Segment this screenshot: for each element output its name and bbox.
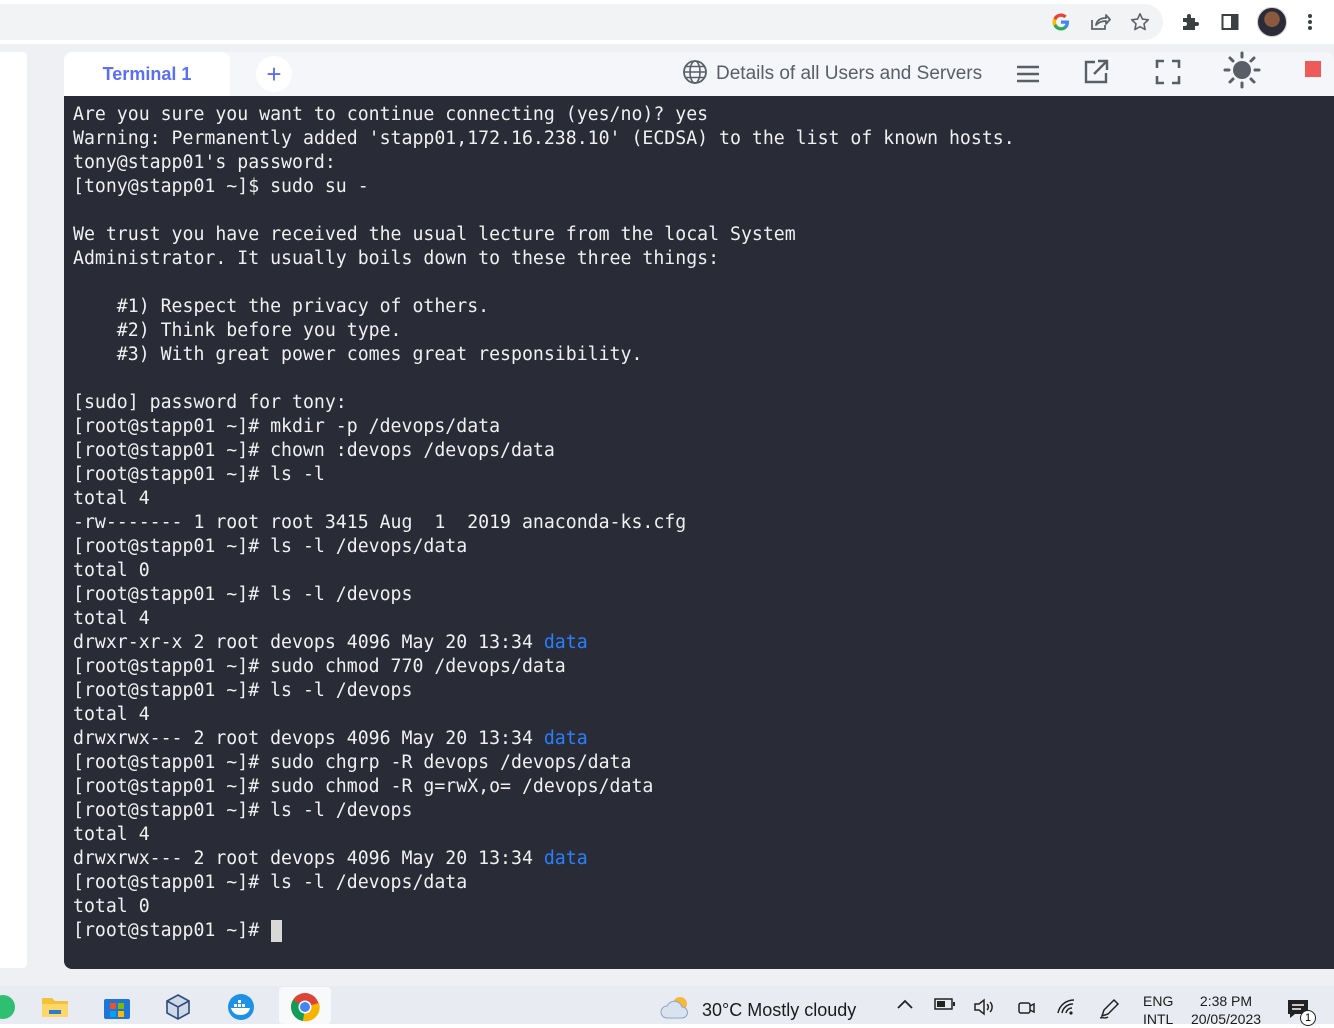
pen-icon[interactable] (1096, 998, 1122, 1020)
terminal-line: total 0 (73, 560, 150, 581)
stop-icon[interactable] (1305, 61, 1321, 77)
weather-widget[interactable]: 30°C Mostly cloudy (660, 996, 856, 1024)
share-icon[interactable] (1088, 10, 1112, 34)
language-code: ENG (1143, 993, 1174, 1009)
hamburger-menu-icon[interactable] (1014, 61, 1042, 87)
chrome-icon[interactable] (288, 990, 322, 1024)
terminal-line: #1) Respect the privacy of others. (73, 296, 490, 317)
terminal-line: -rw------- 1 root root 3415 Aug 1 2019 a… (73, 512, 687, 533)
open-external-icon[interactable] (1081, 57, 1111, 87)
terminal-line: total 4 (73, 824, 150, 845)
extensions-icon[interactable] (1178, 10, 1202, 34)
terminal-line: [root@stapp01 ~]# chown :devops /devops/… (73, 440, 555, 461)
terminal-screen[interactable]: Are you sure you want to continue connec… (64, 96, 1334, 969)
terminal-line: Are you sure you want to continue connec… (73, 104, 709, 125)
battery-icon[interactable] (933, 998, 957, 1010)
left-panel-edge (0, 52, 27, 968)
terminal-line: [root@stapp01 ~]# mkdir -p /devops/data (73, 416, 501, 437)
side-panel-icon[interactable] (1218, 10, 1242, 34)
terminal-line: [tony@stapp01 ~]$ sudo su - (73, 176, 369, 197)
terminal-line: [root@stapp01 ~]# sudo chmod -R g=rwX,o=… (73, 776, 654, 797)
terminal-line: total 4 (73, 608, 150, 629)
file-explorer-icon[interactable] (38, 990, 72, 1024)
virtualbox-icon[interactable] (161, 990, 195, 1024)
terminal-line: drwxrwx--- 2 root devops 4096 May 20 13:… (73, 727, 1015, 751)
directory-name: data (543, 728, 588, 749)
docker-icon[interactable] (224, 990, 258, 1024)
plus-icon: + (266, 59, 282, 89)
globe-icon (682, 59, 708, 90)
star-icon[interactable] (1128, 10, 1152, 34)
cloud-sun-icon (660, 994, 694, 1027)
tab-label: Terminal 1 (102, 63, 192, 84)
terminal-line: [root@stapp01 ~]# ls -l /devops (73, 800, 413, 821)
directory-name: data (543, 848, 588, 869)
clock-date: 20/05/2023 (1190, 1011, 1262, 1027)
clock-time: 2:38 PM (1199, 993, 1253, 1009)
details-users-servers-button[interactable]: Details of all Users and Servers (682, 59, 983, 90)
terminal-line: #3) With great power comes great respons… (73, 344, 643, 365)
terminal-line: We trust you have received the usual lec… (73, 224, 796, 245)
add-tab-button[interactable]: + (256, 56, 292, 92)
terminal-prompt: [root@stapp01 ~]# (73, 920, 271, 941)
terminal-line: Administrator. It usually boils down to … (73, 248, 720, 269)
terminal-line: [root@stapp01 ~]# sudo chmod 770 /devops… (73, 656, 566, 677)
terminal-line: #2) Think before you type. (73, 320, 402, 341)
terminal-line: [root@stapp01 ~]# ls -l /devops/data (73, 536, 468, 557)
camera-privacy-icon[interactable] (1014, 998, 1038, 1018)
store-icon[interactable] (100, 990, 134, 1024)
input-language-indicator[interactable]: ENG INTL (1143, 992, 1173, 1028)
kebab-menu-icon[interactable] (1298, 10, 1322, 34)
browser-toolbar (0, 0, 1334, 44)
terminal-line: [root@stapp01 ~]# ls -l (73, 464, 325, 485)
listing-text: drwxr-xr-x 2 root devops 4096 May 20 13:… (73, 632, 544, 653)
keyboard-layout: INTL (1143, 1011, 1174, 1027)
terminal-line: drwxr-xr-x 2 root devops 4096 May 20 13:… (73, 631, 1015, 655)
terminal-line: drwxrwx--- 2 root devops 4096 May 20 13:… (73, 847, 1015, 871)
address-bar[interactable] (0, 4, 1163, 40)
edge-app-icon[interactable] (0, 990, 20, 1024)
terminal-line: tony@stapp01's password: (73, 152, 336, 173)
fullscreen-icon[interactable] (1153, 57, 1183, 87)
terminal-line: [root@stapp01 ~]# sudo chgrp -R devops /… (73, 752, 632, 773)
terminal-line: [sudo] password for tony: (73, 392, 347, 413)
terminal-cursor (271, 920, 282, 942)
avatar[interactable] (1257, 7, 1287, 37)
google-icon[interactable] (1049, 10, 1073, 34)
terminal-line: total 4 (73, 488, 150, 509)
chevron-up-icon[interactable] (895, 998, 915, 1010)
volume-icon[interactable] (972, 998, 998, 1016)
theme-sun-icon[interactable] (1222, 50, 1262, 90)
terminal-line: [root@stapp01 ~]# ls -l /devops/data (73, 872, 468, 893)
details-label: Details of all Users and Servers (716, 63, 983, 84)
terminal-line: total 0 (73, 896, 150, 917)
terminal-output: Are you sure you want to continue connec… (73, 103, 1015, 943)
directory-name: data (543, 632, 588, 653)
listing-text: drwxrwx--- 2 root devops 4096 May 20 13:… (73, 728, 544, 749)
notification-icon[interactable]: 1 (1286, 998, 1316, 1026)
weather-text: 30°C Mostly cloudy (702, 999, 857, 1020)
tab-terminal-1[interactable]: Terminal 1 (64, 52, 230, 96)
system-clock[interactable]: 2:38 PM 20/05/2023 (1186, 992, 1266, 1028)
terminal-line: [root@stapp01 ~]# ls -l /devops (73, 584, 413, 605)
terminal-line: total 4 (73, 704, 150, 725)
terminal-line: Warning: Permanently added 'stapp01,172.… (73, 128, 1015, 149)
terminal-line: [root@stapp01 ~]# ls -l /devops (73, 680, 413, 701)
listing-text: drwxrwx--- 2 root devops 4096 May 20 13:… (73, 848, 544, 869)
wifi-icon[interactable] (1055, 998, 1079, 1016)
